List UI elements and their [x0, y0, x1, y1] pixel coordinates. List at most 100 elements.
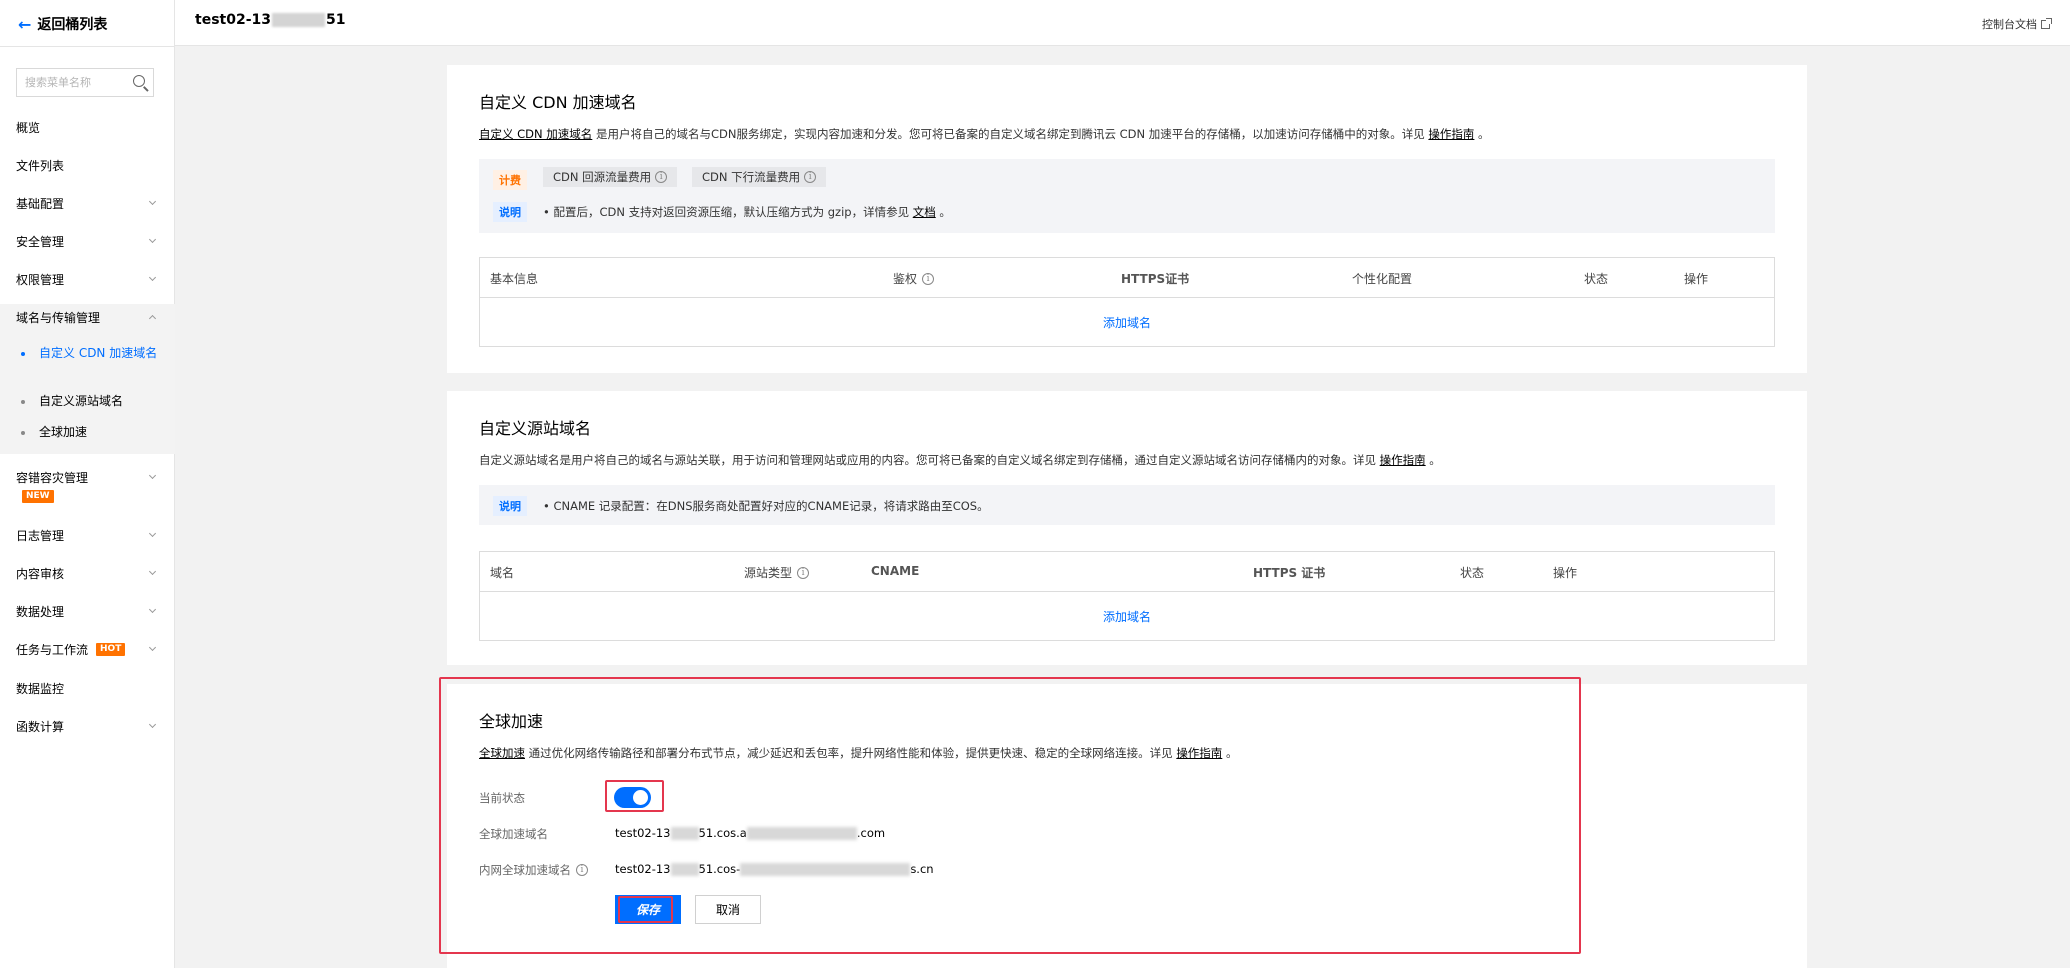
new-badge: NEW [22, 490, 54, 503]
bullet-icon [21, 400, 25, 404]
sidebar-item-log[interactable]: 日志管理 [0, 522, 175, 548]
sidebar-item-content-review[interactable]: 内容审核 [0, 560, 175, 586]
sidebar-item-file-list[interactable]: 文件列表 [0, 152, 175, 178]
menu-search-input[interactable] [17, 69, 127, 96]
sidebar-item-label: 函数计算 [16, 719, 65, 734]
back-label: 返回桶列表 [37, 17, 108, 33]
redacted-block [272, 13, 325, 27]
cdn-add-domain-link[interactable]: 添加域名 [1103, 314, 1151, 331]
sidebar-item-label: 文件列表 [16, 158, 65, 173]
console-doc-label: 控制台文档 [1982, 18, 2037, 31]
sidebar-subitem-custom-cdn[interactable]: 自定义 CDN 加速域名 [0, 345, 160, 362]
sidebar-subitem-global-accel[interactable]: 全球加速 [0, 424, 175, 441]
col-action: 操作 [1553, 566, 1578, 580]
menu-search-box [16, 68, 154, 97]
search-icon[interactable] [133, 75, 145, 87]
sidebar-item-label: 安全管理 [16, 234, 65, 249]
cdn-note-doc-link[interactable]: 文档 [913, 205, 936, 219]
chevron-up-icon [148, 314, 157, 323]
console-doc-link[interactable]: 控制台文档 [1982, 16, 2052, 32]
col-domain: 域名 [490, 566, 515, 580]
table-header: 域名 源站类型 i CNAME HTTPS 证书 状态 操作 [480, 552, 1774, 592]
col-auth: 鉴权 i [893, 270, 935, 287]
cdn-desc-text: 是用户将自己的域名与CDN服务绑定，实现内容加速和分发。您可将已备案的自定义域名… [592, 127, 1429, 141]
cdn-desc-link[interactable]: 自定义 CDN 加速域名 [479, 127, 592, 141]
sidebar: ← 返回桶列表 概览 文件列表 基础配置 安全管理 权限管理 域名与传输管理 自… [0, 0, 175, 968]
sidebar-item-tasks-workflow[interactable]: 任务与工作流 HOT [0, 636, 175, 662]
sidebar-subitem-label: 全球加速 [39, 425, 88, 439]
cdn-note-end: 。 [935, 205, 951, 219]
sidebar-item-label: 容错容灾管理 [16, 470, 89, 485]
origin-section-title: 自定义源站域名 [479, 419, 592, 438]
sidebar-item-domain-transfer[interactable]: 域名与传输管理 [0, 304, 175, 330]
sidebar-item-label: 权限管理 [16, 272, 65, 287]
top-bar: test02-13 51 控制台文档 [175, 0, 2070, 46]
sidebar-item-label: 域名与传输管理 [16, 310, 101, 325]
cdn-section-description: 自定义 CDN 加速域名 是用户将自己的域名与CDN服务绑定，实现内容加速和分发… [479, 126, 1490, 142]
sidebar-item-disaster-recovery[interactable]: 容错容灾管理 [0, 464, 175, 490]
origin-section-description: 自定义源站域名是用户将自己的域名与源站关联，用于访问和管理网站或应用的内容。您可… [479, 452, 1441, 468]
highlight-save-button [618, 896, 673, 923]
origin-domain-table: 域名 源站类型 i CNAME HTTPS 证书 状态 操作 添加域名 [479, 551, 1775, 641]
sidebar-item-basic-config[interactable]: 基础配置 [0, 190, 175, 216]
col-auth-label: 鉴权 [893, 272, 918, 286]
bucket-name-title: test02-13 51 [195, 12, 345, 28]
col-origin-type-label: 源站类型 [744, 566, 793, 580]
cdn-note-body: • 配置后，CDN 支持对返回资源压缩，默认压缩方式为 gzip，详情参见 [543, 205, 913, 219]
info-icon[interactable]: i [804, 171, 817, 183]
sidebar-subitem-label: 自定义源站域名 [39, 394, 124, 408]
origin-add-domain-link[interactable]: 添加域名 [1103, 608, 1151, 625]
cdn-domain-table: 基本信息 鉴权 i HTTPS证书 个性化配置 状态 操作 添加域名 [479, 257, 1775, 347]
origin-note-text: • CNAME 记录配置：在DNS服务商处配置好对应的CNAME记录，将请求路由… [543, 499, 989, 513]
sidebar-item-data-monitoring[interactable]: 数据监控 [0, 675, 175, 701]
bullet-icon [21, 352, 25, 356]
cdn-notice-box: 计费 CDN 回源流量费用 i CDN 下行流量费用 i 说明 • 配置后，CD… [479, 159, 1775, 233]
sidebar-divider [0, 46, 175, 47]
chevron-down-icon [148, 567, 157, 576]
cdn-note-text: • 配置后，CDN 支持对返回资源压缩，默认压缩方式为 gzip，详情参见 文档… [543, 204, 951, 220]
fee-tag: 计费 [493, 170, 527, 190]
sidebar-item-label: 内容审核 [16, 566, 65, 581]
highlight-global-accel-section [439, 677, 1581, 954]
origin-guide-link[interactable]: 操作指南 [1380, 453, 1426, 467]
chevron-down-icon [148, 643, 157, 652]
sidebar-subitem-custom-origin[interactable]: 自定义源站域名 [0, 393, 175, 410]
info-icon[interactable]: i [655, 171, 668, 183]
chevron-down-icon [148, 720, 157, 729]
hot-badge: HOT [96, 642, 126, 656]
origin-notice-box: 说明 • CNAME 记录配置：在DNS服务商处配置好对应的CNAME记录，将请… [479, 485, 1775, 525]
sidebar-item-data-processing[interactable]: 数据处理 [0, 598, 175, 624]
sidebar-item-permission[interactable]: 权限管理 [0, 266, 175, 292]
chevron-down-icon [148, 471, 157, 480]
note-tag: 说明 [493, 496, 527, 516]
fee-pill-label: CDN 下行流量费用 [702, 170, 801, 184]
origin-desc-text: 自定义源站域名是用户将自己的域名与源站关联，用于访问和管理网站或应用的内容。您可… [479, 453, 1380, 467]
info-icon[interactable]: i [797, 566, 810, 579]
col-status: 状态 [1584, 272, 1609, 286]
col-https: HTTPS证书 [1121, 272, 1190, 286]
bucket-name-prefix: test02-13 [195, 12, 271, 28]
fee-pill-origin-traffic[interactable]: CDN 回源流量费用 i [543, 167, 678, 187]
sidebar-item-label: 数据处理 [16, 604, 65, 619]
sidebar-item-function-compute[interactable]: 函数计算 [0, 713, 175, 739]
bullet-icon [21, 431, 25, 435]
note-tag: 说明 [493, 202, 527, 222]
chevron-down-icon [148, 529, 157, 538]
sidebar-item-label: 概览 [16, 120, 41, 135]
cdn-guide-link[interactable]: 操作指南 [1428, 127, 1474, 141]
table-header: 基本信息 鉴权 i HTTPS证书 个性化配置 状态 操作 [480, 258, 1774, 298]
origin-domain-card: 自定义源站域名 自定义源站域名是用户将自己的域名与源站关联，用于访问和管理网站或… [447, 391, 1807, 665]
chevron-down-icon [148, 605, 157, 614]
cdn-desc-end: 。 [1474, 127, 1490, 141]
sidebar-item-overview[interactable]: 概览 [0, 114, 175, 140]
sidebar-item-label: 日志管理 [16, 528, 65, 543]
col-action: 操作 [1684, 272, 1709, 286]
sidebar-item-security[interactable]: 安全管理 [0, 228, 175, 254]
chevron-down-icon [148, 197, 157, 206]
col-custom-config: 个性化配置 [1352, 272, 1413, 286]
table-body: 添加域名 [480, 298, 1774, 346]
sidebar-subitem-label: 自定义 CDN 加速域名 [39, 346, 158, 360]
info-icon[interactable]: i [922, 272, 935, 285]
fee-pill-downstream-traffic[interactable]: CDN 下行流量费用 i [692, 167, 827, 187]
back-to-bucket-list-link[interactable]: ← 返回桶列表 [18, 14, 107, 34]
